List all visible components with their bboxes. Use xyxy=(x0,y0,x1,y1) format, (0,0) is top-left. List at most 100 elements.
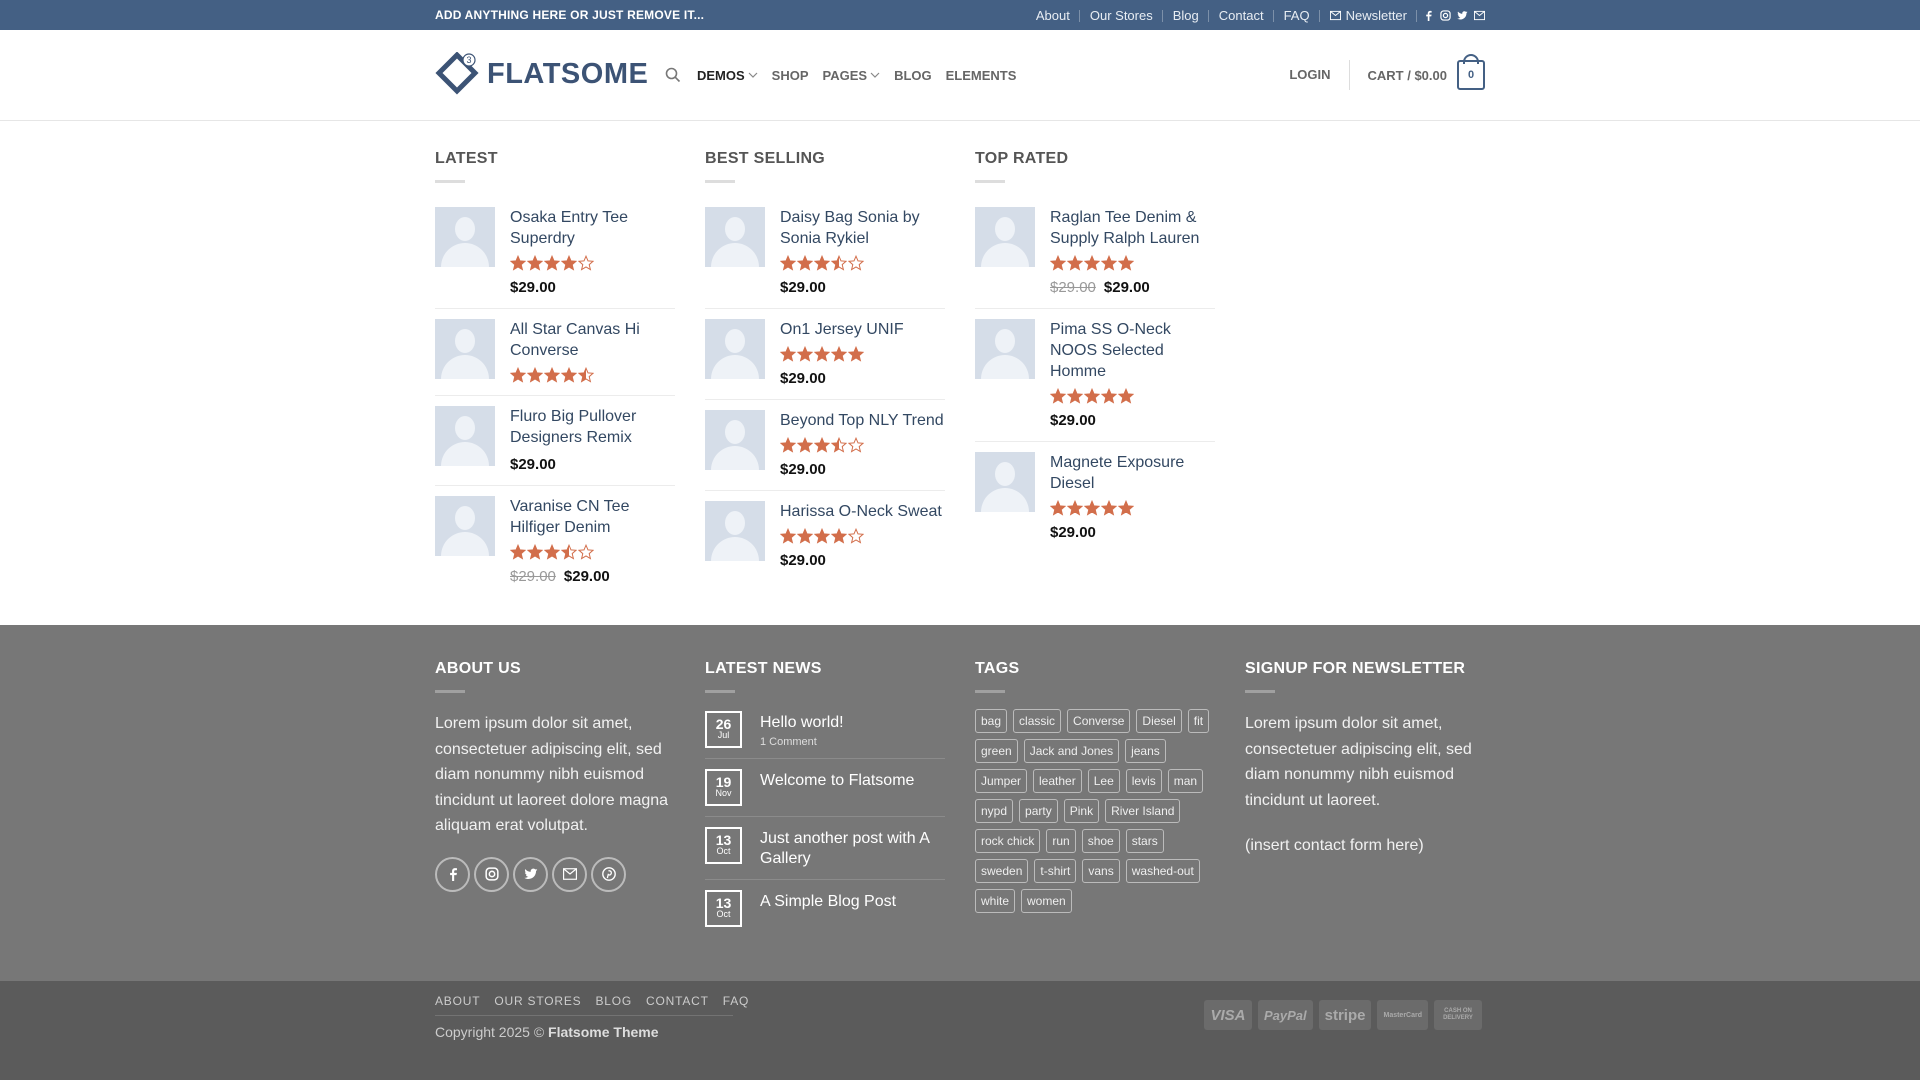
product-item[interactable]: Pima SS O-Neck NOOS Selected Homme $29.0… xyxy=(975,309,1215,442)
post-month: Nov xyxy=(715,788,732,798)
product-thumbnail[interactable] xyxy=(705,207,765,267)
top-link-about[interactable]: About xyxy=(1026,8,1080,23)
cart-link[interactable]: CART / $0.00 xyxy=(1350,68,1447,83)
product-thumbnail[interactable] xyxy=(705,501,765,561)
tag-link[interactable]: shoe xyxy=(1081,829,1120,853)
nav-item-elements[interactable]: ELEMENTS xyxy=(946,68,1017,83)
news-item[interactable]: 19 Nov Welcome to Flatsome xyxy=(705,759,945,817)
pinterest-icon[interactable] xyxy=(591,856,626,892)
tag-link[interactable]: run xyxy=(1046,829,1076,853)
product-thumbnail[interactable] xyxy=(435,496,495,556)
product-title[interactable]: Pima SS O-Neck NOOS Selected Homme xyxy=(1050,319,1215,382)
product-title[interactable]: Daisy Bag Sonia by Sonia Rykiel xyxy=(780,207,945,249)
nav-item-demos[interactable]: DEMOS xyxy=(697,68,758,83)
top-link-faq[interactable]: FAQ xyxy=(1274,8,1320,23)
tag-link[interactable]: party xyxy=(1019,799,1058,823)
nav-item-shop[interactable]: SHOP xyxy=(772,68,809,83)
post-title[interactable]: Just another post with A Gallery xyxy=(760,829,945,869)
tag-link[interactable]: green xyxy=(975,739,1018,763)
product-item[interactable]: Varanise CN Tee Hilfiger Denim $29.00 $29… xyxy=(435,486,675,597)
product-thumbnail[interactable] xyxy=(975,319,1035,379)
footer-link-blog[interactable]: BLOG xyxy=(595,994,632,1008)
product-item[interactable]: All Star Canvas Hi Converse xyxy=(435,309,675,396)
tag-link[interactable]: nypd xyxy=(975,799,1014,823)
tag-link[interactable]: Jack and Jones xyxy=(1023,739,1120,763)
post-comments[interactable]: 1 Comment xyxy=(760,736,844,748)
footer-link-our-stores[interactable]: OUR STORES xyxy=(494,994,581,1008)
tag-link[interactable]: levis xyxy=(1125,769,1162,793)
footer-link-faq[interactable]: FAQ xyxy=(723,994,749,1008)
product-thumbnail[interactable] xyxy=(705,410,765,470)
post-title[interactable]: A Simple Blog Post xyxy=(760,892,896,912)
nav-item-blog[interactable]: BLOG xyxy=(894,68,932,83)
tag-link[interactable]: white xyxy=(975,889,1016,913)
footer-link-about[interactable]: ABOUT xyxy=(435,994,480,1008)
post-title[interactable]: Hello world! xyxy=(760,713,844,733)
tag-link[interactable]: rock chick xyxy=(975,829,1041,853)
product-item[interactable]: Magnete Exposure Diesel $29.00 xyxy=(975,442,1215,553)
twitter-icon[interactable] xyxy=(1457,10,1468,21)
footer-link-contact[interactable]: CONTACT xyxy=(646,994,709,1008)
product-item[interactable]: Harissa O-Neck Sweat $29.00 xyxy=(705,491,945,581)
newsletter-link[interactable]: Newsletter xyxy=(1320,8,1418,23)
product-item[interactable]: Daisy Bag Sonia by Sonia Rykiel $29.00 xyxy=(705,207,945,309)
cart-count-icon[interactable]: 0 xyxy=(1457,54,1485,90)
search-icon[interactable] xyxy=(665,67,681,83)
product-item[interactable]: On1 Jersey UNIF $29.00 xyxy=(705,309,945,400)
tag-link[interactable]: Jumper xyxy=(975,769,1028,793)
product-title[interactable]: Osaka Entry Tee Superdry xyxy=(510,207,675,249)
product-title[interactable]: On1 Jersey UNIF xyxy=(780,319,945,340)
product-thumbnail[interactable] xyxy=(435,207,495,267)
product-item[interactable]: Osaka Entry Tee Superdry $29.00 xyxy=(435,207,675,309)
news-item[interactable]: 13 Oct Just another post with A Gallery xyxy=(705,817,945,880)
tag-link[interactable]: t-shirt xyxy=(1034,859,1077,883)
tag-link[interactable]: bag xyxy=(975,709,1008,733)
email-icon[interactable] xyxy=(552,856,587,892)
logo[interactable]: 3 FLATSOME xyxy=(435,52,648,96)
tag-link[interactable]: man xyxy=(1167,769,1204,793)
product-title[interactable]: Raglan Tee Denim & Supply Ralph Lauren xyxy=(1050,207,1215,249)
nav-item-pages[interactable]: PAGES xyxy=(823,68,881,83)
tag-link[interactable]: Diesel xyxy=(1136,709,1182,733)
news-item[interactable]: 26 Jul Hello world! 1 Comment xyxy=(705,711,945,759)
news-item[interactable]: 13 Oct A Simple Blog Post xyxy=(705,880,945,937)
product-title[interactable]: Harissa O-Neck Sweat xyxy=(780,501,945,522)
product-thumbnail[interactable] xyxy=(435,406,495,466)
product-item[interactable]: Fluro Big Pullover Designers Remix $29.00 xyxy=(435,396,675,486)
tag-link[interactable]: women xyxy=(1021,889,1072,913)
product-title[interactable]: Varanise CN Tee Hilfiger Denim xyxy=(510,496,675,538)
product-title[interactable]: Beyond Top NLY Trend xyxy=(780,410,945,431)
tag-link[interactable]: washed-out xyxy=(1125,859,1200,883)
top-link-contact[interactable]: Contact xyxy=(1209,8,1274,23)
tag-link[interactable]: leather xyxy=(1033,769,1082,793)
product-thumbnail[interactable] xyxy=(975,207,1035,267)
tag-link[interactable]: jeans xyxy=(1125,739,1166,763)
product-title[interactable]: Fluro Big Pullover Designers Remix xyxy=(510,406,675,448)
tag-link[interactable]: Converse xyxy=(1067,709,1131,733)
product-thumbnail[interactable] xyxy=(705,319,765,379)
tag-link[interactable]: Lee xyxy=(1087,769,1120,793)
product-item[interactable]: Beyond Top NLY Trend $29.00 xyxy=(705,400,945,491)
top-link-blog[interactable]: Blog xyxy=(1163,8,1209,23)
facebook-icon[interactable] xyxy=(435,856,470,892)
top-link-our-stores[interactable]: Our Stores xyxy=(1080,8,1163,23)
login-link[interactable]: LOGIN xyxy=(1289,60,1350,90)
tag-link[interactable]: vans xyxy=(1082,859,1120,883)
tag-link[interactable]: River Island xyxy=(1105,799,1181,823)
tag-link[interactable]: sweden xyxy=(975,859,1029,883)
product-thumbnail[interactable] xyxy=(975,452,1035,512)
twitter-icon[interactable] xyxy=(513,856,548,892)
tag-link[interactable]: classic xyxy=(1013,709,1062,733)
product-title[interactable]: All Star Canvas Hi Converse xyxy=(510,319,675,361)
instagram-icon[interactable] xyxy=(474,856,509,892)
email-icon[interactable] xyxy=(1474,10,1485,21)
instagram-icon[interactable] xyxy=(1440,9,1451,21)
tag-link[interactable]: fit xyxy=(1187,709,1210,733)
tag-link[interactable]: Pink xyxy=(1063,799,1100,823)
product-thumbnail[interactable] xyxy=(435,319,495,379)
product-item[interactable]: Raglan Tee Denim & Supply Ralph Lauren $… xyxy=(975,207,1215,309)
product-title[interactable]: Magnete Exposure Diesel xyxy=(1050,452,1215,494)
tag-link[interactable]: stars xyxy=(1125,829,1164,853)
post-title[interactable]: Welcome to Flatsome xyxy=(760,771,914,791)
facebook-icon[interactable] xyxy=(1423,10,1434,21)
